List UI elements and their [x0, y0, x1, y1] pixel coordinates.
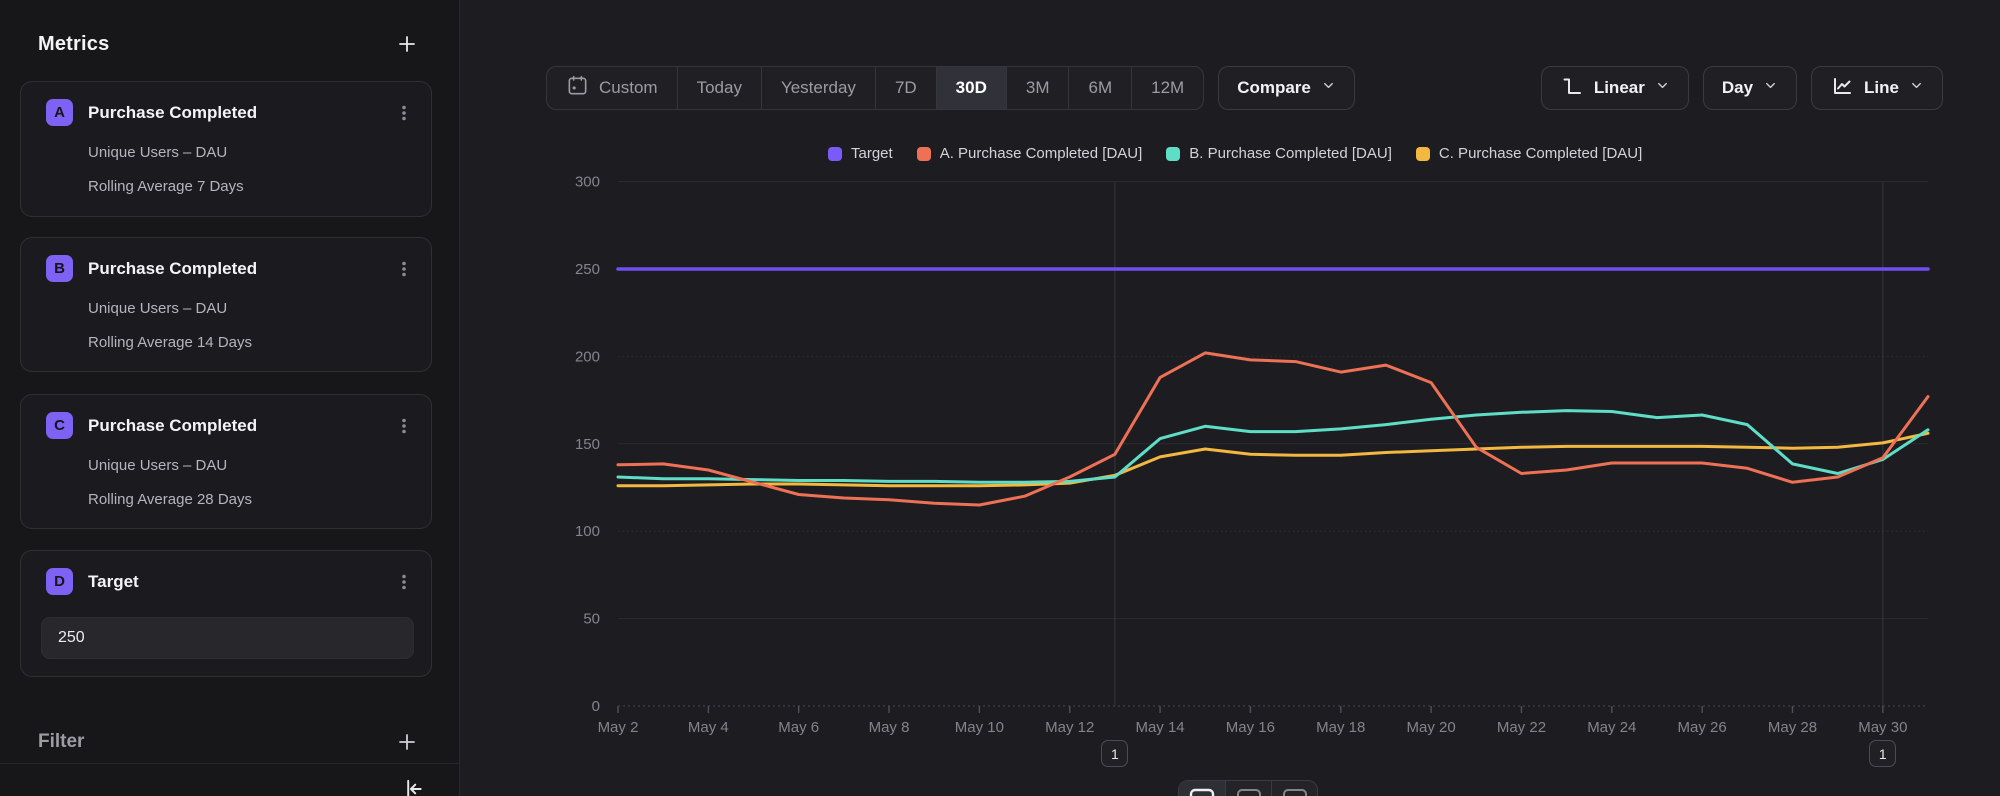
add-metric-button[interactable] [393, 30, 421, 58]
calendar-icon [566, 74, 589, 102]
plus-icon [395, 730, 419, 754]
legend-swatch [1416, 147, 1430, 161]
legend-swatch [917, 147, 931, 161]
target-value-input[interactable] [41, 617, 414, 659]
chart-view-icon [1189, 788, 1215, 796]
annotation-badge[interactable]: 1 [1869, 740, 1896, 767]
chart-panel: Custom Today Yesterday 7D 30D 3M 6M 12M … [460, 0, 2000, 796]
range-yesterday[interactable]: Yesterday [761, 67, 875, 109]
metric-badge-a: A [46, 99, 73, 126]
axis-scale-icon [1560, 74, 1584, 103]
legend-item-a[interactable]: A. Purchase Completed [DAU] [917, 145, 1143, 162]
kebab-icon [393, 257, 415, 281]
chart-toolbar: Custom Today Yesterday 7D 30D 3M 6M 12M … [546, 66, 1943, 110]
range-custom[interactable]: Custom [547, 67, 677, 109]
chart-type-button[interactable]: Line [1811, 66, 1943, 110]
view-split-button[interactable] [1225, 781, 1271, 796]
collapse-left-icon [399, 776, 425, 796]
kebab-icon [393, 101, 415, 125]
target-title: Target [88, 572, 391, 592]
plus-icon [395, 32, 419, 56]
split-view-icon [1236, 788, 1262, 796]
table-view-icon [1282, 788, 1308, 796]
metric-card-a[interactable]: A Purchase Completed Unique Users – DAU … [20, 81, 432, 217]
filter-label: Filter [38, 731, 84, 753]
metric-menu-button[interactable] [391, 412, 417, 440]
legend-swatch [828, 147, 842, 161]
view-chart-button[interactable] [1179, 781, 1225, 796]
metric-measure: Unique Users – DAU [88, 457, 227, 474]
metric-menu-button[interactable] [391, 99, 417, 127]
kebab-icon [393, 414, 415, 438]
metric-card-b[interactable]: B Purchase Completed Unique Users – DAU … [20, 237, 432, 372]
legend-item-b[interactable]: B. Purchase Completed [DAU] [1166, 145, 1392, 162]
range-today[interactable]: Today [677, 67, 761, 109]
metric-title: Purchase Completed [88, 416, 391, 436]
view-table-button[interactable] [1271, 781, 1317, 796]
metric-title: Purchase Completed [88, 103, 391, 123]
date-range-control: Custom Today Yesterday 7D 30D 3M 6M 12M [546, 66, 1204, 110]
metric-measure: Unique Users – DAU [88, 300, 227, 317]
compare-button[interactable]: Compare [1218, 66, 1355, 110]
chevron-down-icon [1321, 78, 1336, 98]
target-card[interactable]: D Target [20, 550, 432, 677]
chevron-down-icon [1909, 78, 1924, 98]
metric-title: Purchase Completed [88, 259, 391, 279]
view-switcher [1178, 780, 1318, 796]
metric-card-c[interactable]: C Purchase Completed Unique Users – DAU … [20, 394, 432, 529]
interval-button[interactable]: Day [1703, 66, 1797, 110]
range-7d[interactable]: 7D [875, 67, 936, 109]
metric-badge-c: C [46, 412, 73, 439]
filter-section: Filter [38, 729, 421, 755]
annotation-badge[interactable]: 1 [1101, 740, 1128, 767]
legend-swatch [1166, 147, 1180, 161]
metrics-sidebar: Metrics A Purchase Completed Unique User… [0, 0, 460, 796]
scale-button[interactable]: Linear [1541, 66, 1689, 110]
metric-menu-button[interactable] [391, 568, 417, 596]
sidebar-header: Metrics [38, 30, 421, 58]
chart-legend: Target A. Purchase Completed [DAU] B. Pu… [828, 145, 1642, 162]
metric-badge-d: D [46, 568, 73, 595]
chevron-down-icon [1655, 78, 1670, 98]
legend-item-c[interactable]: C. Purchase Completed [DAU] [1416, 145, 1642, 162]
collapse-sidebar-button[interactable] [397, 774, 427, 796]
sidebar-divider [0, 763, 459, 764]
legend-item-target[interactable]: Target [828, 145, 893, 162]
kebab-icon [393, 570, 415, 594]
range-6m[interactable]: 6M [1068, 67, 1131, 109]
range-12m[interactable]: 12M [1131, 67, 1203, 109]
metric-rolling-average: Rolling Average 28 Days [88, 491, 252, 508]
line-chart-icon [1830, 74, 1854, 103]
add-filter-button[interactable] [393, 728, 421, 756]
metric-rolling-average: Rolling Average 7 Days [88, 178, 244, 195]
metric-rolling-average: Rolling Average 14 Days [88, 334, 252, 351]
metric-badge-b: B [46, 255, 73, 282]
range-30d[interactable]: 30D [936, 67, 1006, 109]
metric-menu-button[interactable] [391, 255, 417, 283]
chevron-down-icon [1763, 78, 1778, 98]
metric-measure: Unique Users – DAU [88, 144, 227, 161]
sidebar-title: Metrics [38, 33, 109, 56]
range-3m[interactable]: 3M [1006, 67, 1069, 109]
